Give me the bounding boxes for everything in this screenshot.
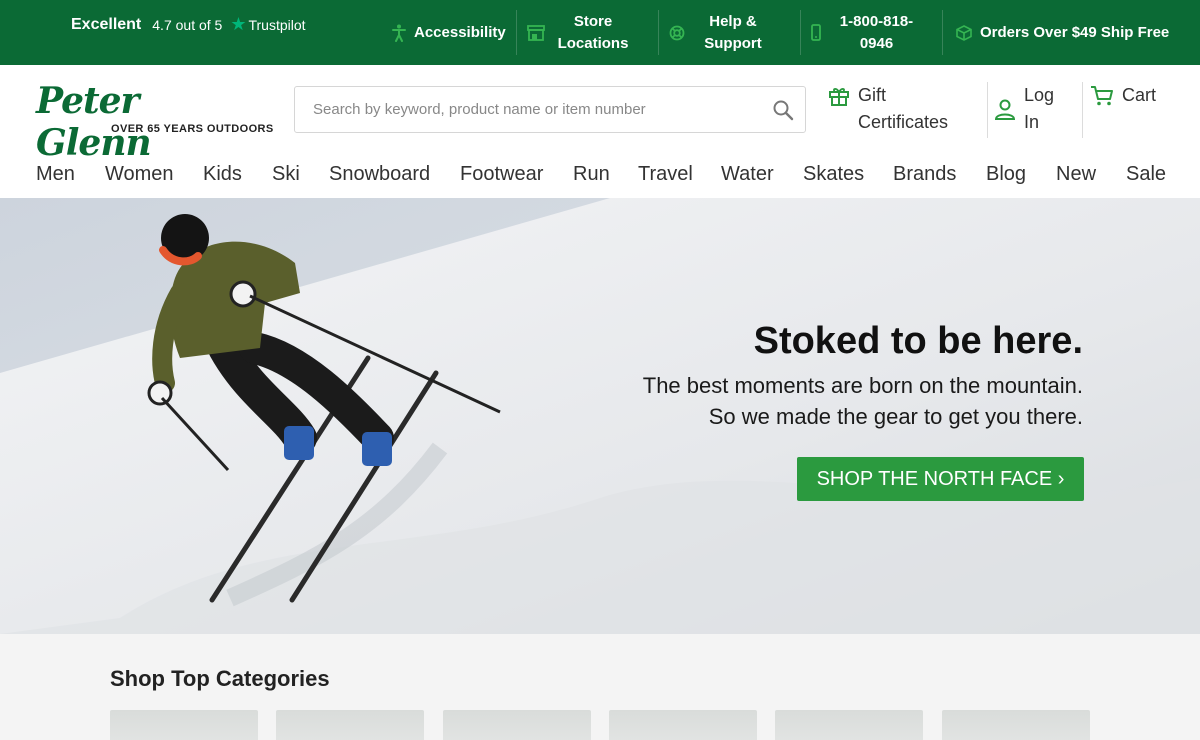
nav-item-footwear[interactable]: Footwear — [460, 163, 543, 186]
nav-item-men[interactable]: Men — [36, 163, 75, 186]
header-divider — [1082, 82, 1083, 138]
category-card[interactable] — [942, 710, 1090, 740]
main-nav: Men Women Kids Ski Snowboard Footwear Ru… — [0, 155, 1200, 198]
nav-item-ski[interactable]: Ski — [272, 163, 300, 186]
search-box — [294, 86, 806, 133]
lifebuoy-icon — [669, 25, 685, 41]
nav-item-brands[interactable]: Brands — [893, 163, 956, 186]
category-card[interactable] — [443, 710, 591, 740]
nav-item-water[interactable]: Water — [721, 163, 774, 186]
phone-link[interactable]: 1-800-818-0946 — [811, 10, 924, 55]
login-label: Log In — [1024, 85, 1055, 132]
categories-heading: Shop Top Categories — [110, 666, 330, 691]
category-card[interactable] — [775, 710, 923, 740]
help-support-link[interactable]: Help & Support — [669, 10, 773, 55]
nav-item-new[interactable]: New — [1056, 163, 1096, 186]
hero-title: Stoked to be here. — [753, 320, 1083, 362]
phone-label: 1-800-818-0946 — [839, 12, 914, 52]
trustpilot-rating[interactable]: Excellent 4.7 out of 5 ★ Trustpilot — [71, 14, 306, 35]
hero-tagline-1: The best moments are born on the mountai… — [642, 373, 1083, 398]
nav-item-kids[interactable]: Kids — [203, 163, 242, 186]
user-icon — [994, 98, 1016, 120]
cart-link[interactable]: Cart — [1090, 82, 1156, 109]
site-logo[interactable]: Peter Glenn OVER 65 YEARS OUTDOORS — [36, 80, 273, 164]
trustpilot-excellent: Excellent — [71, 15, 142, 33]
hero-banner[interactable]: Stoked to be here. The best moments are … — [0, 198, 1200, 634]
category-card[interactable] — [276, 710, 424, 740]
logo-tagline: OVER 65 YEARS OUTDOORS — [111, 123, 274, 135]
trustpilot-brand: Trustpilot — [248, 16, 306, 33]
gift-certificates-link[interactable]: Gift Certificates — [828, 82, 968, 136]
free-shipping-link[interactable]: Orders Over $49 Ship Free — [956, 10, 1169, 55]
free-shipping-label: Orders Over $49 Ship Free — [980, 23, 1170, 41]
box-icon — [956, 24, 972, 41]
top-promo-bar: Excellent 4.7 out of 5 ★ Trustpilot Acce… — [0, 0, 1200, 65]
logo-wordmark: Peter Glenn — [36, 80, 152, 164]
gift-icon — [828, 85, 850, 107]
cart-icon — [1090, 85, 1114, 107]
cart-label: Cart — [1122, 85, 1157, 105]
nav-item-travel[interactable]: Travel — [638, 163, 693, 186]
accessibility-icon — [392, 24, 406, 42]
shop-top-categories: Shop Top Categories — [0, 634, 1200, 740]
nav-item-snowboard[interactable]: Snowboard — [329, 163, 430, 186]
store-icon — [527, 24, 545, 41]
gift-certificates-label: Gift Certificates — [858, 85, 949, 132]
accessibility-link[interactable]: Accessibility — [392, 10, 506, 55]
store-locations-label: Store Locations — [557, 12, 629, 52]
star-icon: ★ — [230, 14, 247, 34]
phone-icon — [811, 24, 821, 41]
topbar-divider — [800, 10, 801, 55]
trustpilot-score: 4.7 out of 5 — [152, 16, 223, 33]
nav-item-run[interactable]: Run — [573, 163, 610, 186]
nav-item-blog[interactable]: Blog — [986, 163, 1026, 186]
search-icon[interactable] — [771, 98, 795, 122]
help-support-label: Help & Support — [704, 12, 762, 52]
search-input[interactable] — [295, 87, 755, 132]
store-locations-link[interactable]: Store Locations — [527, 10, 633, 55]
nav-item-skates[interactable]: Skates — [803, 163, 864, 186]
nav-item-sale[interactable]: Sale — [1126, 163, 1166, 186]
shop-the-north-face-button[interactable]: SHOP THE NORTH FACE › — [797, 457, 1084, 501]
nav-item-women[interactable]: Women — [105, 163, 174, 186]
topbar-divider — [658, 10, 659, 55]
login-link[interactable]: Log In — [994, 82, 1069, 136]
hero-tagline-2: So we made the gear to get you there. — [708, 404, 1083, 429]
accessibility-label: Accessibility — [414, 23, 506, 41]
topbar-divider — [942, 10, 943, 55]
category-card[interactable] — [110, 710, 258, 740]
header-divider — [987, 82, 988, 138]
category-card[interactable] — [609, 710, 757, 740]
topbar-divider — [516, 10, 517, 55]
